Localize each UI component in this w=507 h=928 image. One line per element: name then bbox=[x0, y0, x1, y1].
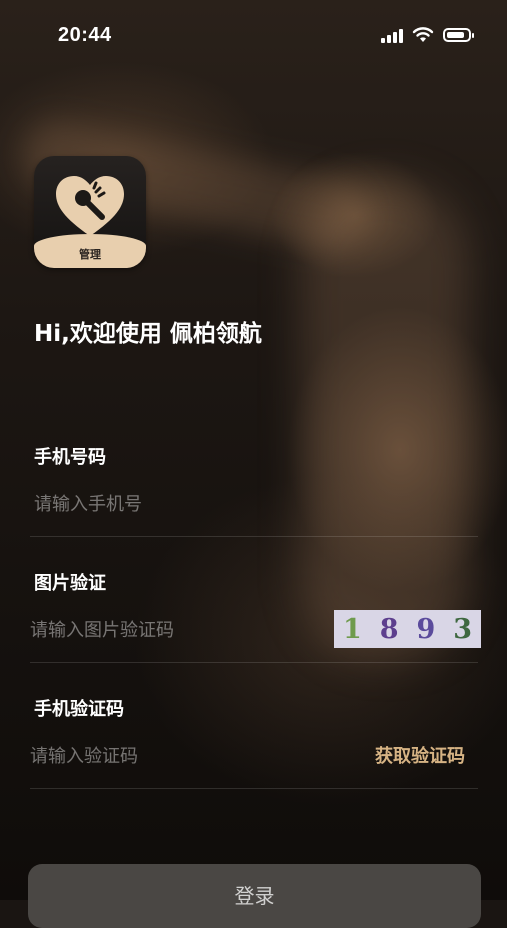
heart-microphone-icon bbox=[56, 176, 124, 236]
captcha-char: 9 bbox=[416, 613, 436, 645]
wifi-icon bbox=[412, 27, 434, 42]
status-icons bbox=[381, 27, 474, 43]
app-logo: 管理 bbox=[34, 156, 146, 268]
app-logo-badge: 管理 bbox=[34, 234, 146, 268]
sms-code-input[interactable] bbox=[30, 742, 310, 770]
battery-icon bbox=[443, 28, 474, 42]
get-code-button[interactable]: 获取验证码 bbox=[375, 742, 465, 768]
captcha-char: 3 bbox=[453, 613, 473, 645]
image-code-input[interactable] bbox=[30, 616, 320, 644]
phone-label: 手机号码 bbox=[34, 447, 106, 468]
status-bar: 20:44 bbox=[0, 0, 507, 72]
welcome-title: Hi,欢迎使用 佩柏领航 bbox=[34, 321, 262, 347]
divider bbox=[30, 536, 478, 537]
captcha-char: 8 bbox=[379, 613, 399, 645]
captcha-image[interactable]: 1 8 9 3 bbox=[334, 610, 481, 648]
divider bbox=[30, 662, 478, 663]
image-code-label: 图片验证 bbox=[34, 573, 106, 594]
divider bbox=[30, 788, 478, 789]
signal-icon bbox=[381, 27, 403, 43]
status-time: 20:44 bbox=[58, 24, 112, 46]
phone-input[interactable] bbox=[34, 490, 454, 518]
sms-code-label: 手机验证码 bbox=[34, 699, 124, 720]
login-button[interactable]: 登录 bbox=[28, 864, 481, 928]
captcha-char: 1 bbox=[342, 613, 362, 645]
